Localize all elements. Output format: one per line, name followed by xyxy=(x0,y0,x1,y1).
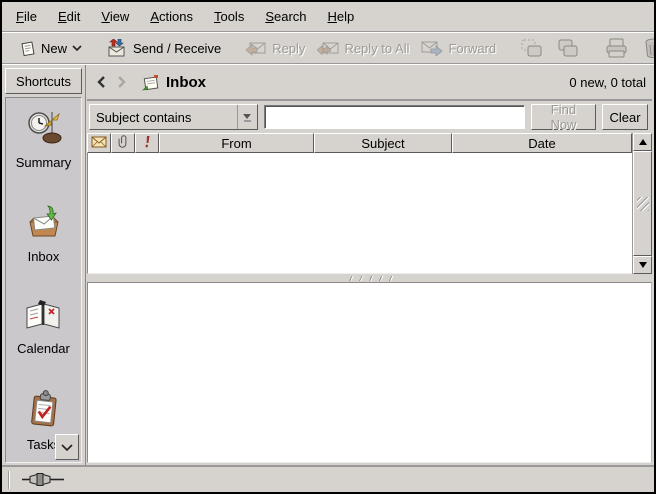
arrow-down-icon xyxy=(639,262,647,268)
shortcuts-group-button[interactable]: Shortcuts xyxy=(5,68,82,94)
preview-pane[interactable] xyxy=(87,282,652,463)
message-status-icon xyxy=(91,136,107,151)
inbox-folder-icon xyxy=(141,74,160,91)
menu-tools[interactable]: Tools xyxy=(212,6,246,27)
column-header-attachment[interactable] xyxy=(111,133,135,153)
send-receive-label: Send / Receive xyxy=(133,41,221,56)
menu-view[interactable]: View xyxy=(99,6,131,27)
menu-help[interactable]: Help xyxy=(326,6,357,27)
new-note-icon xyxy=(19,40,36,57)
clear-button[interactable]: Clear xyxy=(602,104,648,130)
chevron-down-icon xyxy=(72,44,82,52)
attachment-icon xyxy=(118,134,128,152)
mail-view: Inbox 0 new, 0 total Subject contains Fi… xyxy=(86,65,654,465)
shortcut-item-inbox[interactable]: Inbox xyxy=(24,204,64,264)
forward-icon xyxy=(421,40,443,56)
arrow-up-icon xyxy=(639,139,647,145)
new-button-label: New xyxy=(41,41,67,56)
column-header-message-status[interactable] xyxy=(87,133,111,153)
menu-edit[interactable]: Edit xyxy=(56,6,82,27)
scrollbar-down-button[interactable] xyxy=(633,256,652,274)
online-status-button[interactable] xyxy=(22,473,64,486)
column-label-subject: Subject xyxy=(361,136,404,151)
summary-icon xyxy=(25,110,63,149)
copy-to-folder-icon xyxy=(556,38,580,58)
status-bar xyxy=(2,465,654,492)
forward-label: Forward xyxy=(448,41,496,56)
shortcut-scroll-down-button[interactable] xyxy=(55,434,79,460)
forward-nav-button[interactable] xyxy=(113,73,129,91)
scrollbar-grip-icon xyxy=(637,197,649,211)
folder-title: Inbox xyxy=(166,74,206,91)
dropdown-arrow-icon xyxy=(237,105,257,129)
message-list-scrollbar xyxy=(632,133,652,274)
shortcut-label-calendar: Calendar xyxy=(17,341,70,356)
message-list-header: From Subject Date xyxy=(87,133,632,153)
status-bar-grip xyxy=(8,471,10,489)
move-to-folder-icon xyxy=(520,38,544,58)
search-input[interactable] xyxy=(264,105,525,129)
copy-to-folder-button[interactable] xyxy=(550,35,586,61)
importance-icon xyxy=(144,135,151,151)
shortcut-item-summary[interactable]: Summary xyxy=(16,110,72,170)
search-criteria-value: Subject contains xyxy=(90,110,237,125)
back-button[interactable] xyxy=(93,73,109,91)
column-label-from: From xyxy=(221,136,251,151)
menubar: File Edit View Actions Tools Search Help xyxy=(2,2,654,31)
column-header-date[interactable]: Date xyxy=(452,133,632,153)
menu-search[interactable]: Search xyxy=(263,6,308,27)
column-label-date: Date xyxy=(528,136,555,151)
folder-header: Inbox 0 new, 0 total xyxy=(87,65,652,99)
cable-connector-icon xyxy=(22,473,64,486)
search-bar: Subject contains Find Now Clear xyxy=(87,99,652,133)
splitter-grip-icon xyxy=(347,276,393,281)
message-list: From Subject Date xyxy=(87,133,652,274)
shortcut-label-inbox: Inbox xyxy=(28,249,60,264)
shortcut-label-summary: Summary xyxy=(16,155,72,170)
reply-to-all-icon xyxy=(317,40,339,56)
new-button[interactable]: New xyxy=(13,37,88,60)
scrollbar-up-button[interactable] xyxy=(633,133,652,151)
reply-label: Reply xyxy=(272,41,305,56)
chevron-down-icon xyxy=(61,440,73,455)
content-area: Shortcuts xyxy=(2,65,654,465)
delete-icon xyxy=(642,37,656,59)
column-header-from[interactable]: From xyxy=(159,133,314,153)
forward-button[interactable]: Forward xyxy=(415,37,502,59)
scrollbar-thumb[interactable] xyxy=(633,151,652,256)
pane-splitter[interactable] xyxy=(87,274,652,282)
print-icon xyxy=(604,37,630,59)
message-list-body[interactable] xyxy=(87,153,632,274)
reply-to-all-button[interactable]: Reply to All xyxy=(311,37,415,59)
shortcut-item-calendar[interactable]: Calendar xyxy=(17,298,70,356)
delete-button[interactable] xyxy=(636,34,656,62)
send-receive-button[interactable]: Send / Receive xyxy=(100,36,227,60)
column-header-subject[interactable]: Subject xyxy=(314,133,452,153)
tasks-icon xyxy=(26,390,62,431)
reply-icon xyxy=(245,40,267,56)
menu-actions[interactable]: Actions xyxy=(148,6,195,27)
folder-message-count: 0 new, 0 total xyxy=(569,75,646,90)
inbox-icon xyxy=(24,204,64,243)
reply-button[interactable]: Reply xyxy=(239,37,311,59)
column-header-importance[interactable] xyxy=(135,133,159,153)
find-now-button[interactable]: Find Now xyxy=(531,104,596,130)
reply-to-all-label: Reply to All xyxy=(344,41,409,56)
toolbar: New Send / Receive xyxy=(2,33,654,63)
move-to-folder-button[interactable] xyxy=(514,35,550,61)
menu-file[interactable]: File xyxy=(14,6,39,27)
calendar-icon xyxy=(23,298,63,335)
evolution-window: File Edit View Actions Tools Search Help… xyxy=(0,0,656,494)
shortcuts-group-label: Shortcuts xyxy=(16,74,71,89)
shortcut-bar: Shortcuts xyxy=(2,65,86,465)
print-button[interactable] xyxy=(598,34,636,62)
shortcut-panel: Summary Inbox xyxy=(5,97,82,463)
send-receive-icon xyxy=(106,39,128,57)
search-criteria-dropdown[interactable]: Subject contains xyxy=(89,104,258,130)
